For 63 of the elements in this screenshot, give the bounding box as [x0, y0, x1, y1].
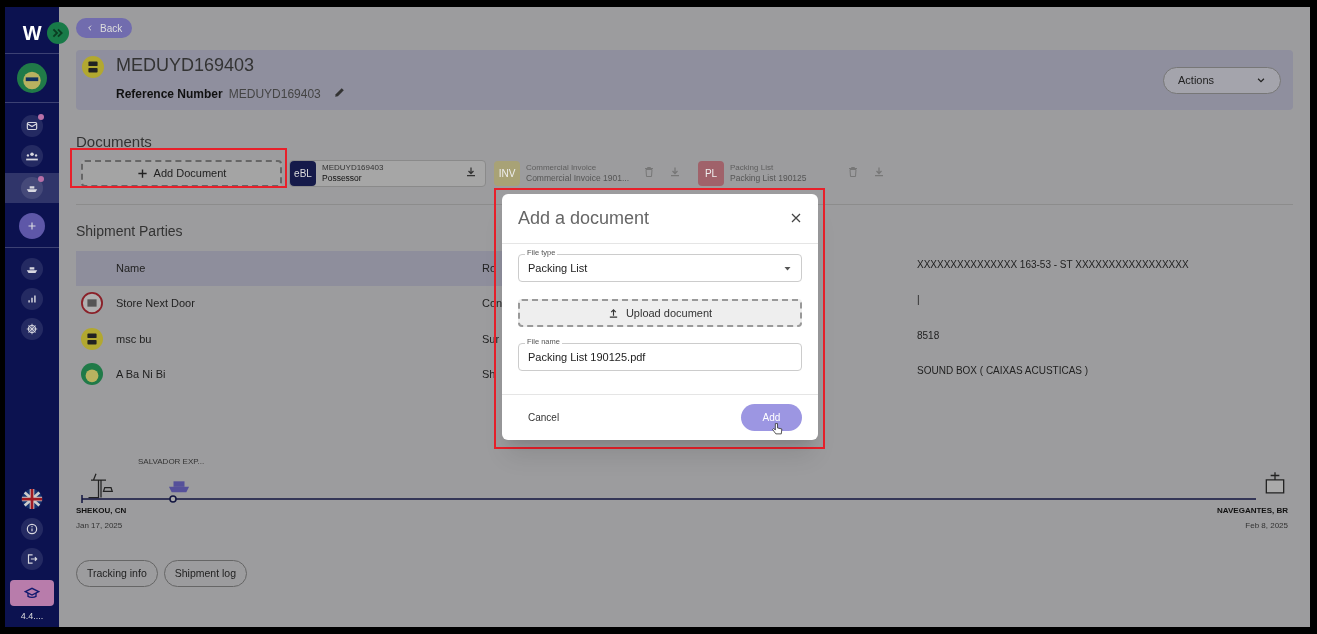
port-date: Jan 17, 2025 [76, 520, 124, 532]
detail-value: XXXXXXXXXXXXXXX 163-53 - ST XXXXXXXXXXXXXXXXX [917, 257, 1189, 272]
document-type-badge: INV [494, 160, 520, 186]
file-name-field[interactable]: Packing List 190125.pdf [518, 343, 802, 371]
detail-value: | [917, 293, 920, 308]
download-icon [465, 166, 477, 178]
logout-button[interactable] [21, 547, 43, 570]
document-card[interactable]: eBL MEDUYD169403 Possessor [289, 159, 486, 187]
actions-dropdown[interactable]: Actions [1163, 66, 1281, 94]
section-title: Shipment Parties [76, 221, 183, 241]
add-document-button[interactable]: Add Document [81, 159, 282, 187]
upload-icon [607, 307, 619, 319]
document-subtitle: Possessor [322, 173, 363, 184]
trash-icon [847, 166, 859, 178]
sidebar-item[interactable] [5, 173, 59, 203]
cancel-button[interactable]: Cancel [528, 410, 560, 425]
company-logo-icon [81, 363, 103, 386]
info-button[interactable] [21, 517, 43, 540]
info-icon [25, 521, 39, 536]
chevron-left-icon [86, 24, 94, 32]
document-subtitle: Commercial Invoice 1901... [526, 173, 630, 184]
brand-logo: W [22, 21, 42, 46]
pencil-icon [332, 86, 346, 99]
store-logo-icon [81, 292, 103, 315]
party-name: A Ba Ni Bi [116, 367, 167, 382]
dialog-title: Add a document [518, 207, 650, 230]
detail-value: SOUND BOX ( CAIXAS ACUSTICAS ) [917, 364, 1089, 379]
document-type-badge: PL [698, 160, 724, 186]
party-name: Store Next Door [116, 296, 196, 311]
vessel-name: SALVADOR EXP... [138, 456, 205, 468]
pointer-cursor-icon [771, 421, 784, 437]
company-logo-icon [17, 63, 47, 93]
language-button[interactable] [21, 487, 43, 510]
shipment-title: MEDUYD169403 [116, 54, 256, 76]
upload-document-button[interactable]: Upload document [518, 299, 802, 327]
port-name: SHEKOU, CN [76, 505, 127, 517]
port-name: NAVEGANTES, BR [1217, 505, 1288, 517]
reference-value: MEDUYD169403 [228, 86, 321, 103]
port-date: Feb 8, 2025 [1245, 520, 1288, 532]
download-icon [669, 166, 681, 178]
download-icon [873, 166, 885, 178]
document-type-badge: eBL [290, 160, 316, 186]
column-header: Name [115, 260, 147, 276]
double-chevron-icon [47, 22, 69, 44]
plus-icon [136, 167, 148, 179]
flag-icon [21, 487, 43, 510]
document-subtitle: Packing List 190125 [730, 173, 808, 184]
section-title: Documents [76, 132, 153, 152]
logout-icon [25, 551, 39, 566]
company-logo-icon [82, 56, 104, 78]
version-label: 4.4.... [20, 609, 44, 623]
chevron-down-icon [1256, 75, 1266, 85]
close-icon [790, 211, 802, 224]
company-logo-icon [81, 327, 103, 350]
trash-icon [643, 166, 655, 178]
back-button[interactable]: Back [76, 18, 133, 38]
tutorial-button[interactable] [10, 579, 54, 606]
mail-icon [25, 119, 39, 133]
ship-wheel-icon [25, 322, 39, 336]
detail-value: 8518 [917, 328, 940, 343]
reference-label: Reference Number [116, 86, 223, 103]
party-name: msc bu [116, 331, 153, 347]
document-title: MEDUYD169403 [322, 162, 385, 173]
